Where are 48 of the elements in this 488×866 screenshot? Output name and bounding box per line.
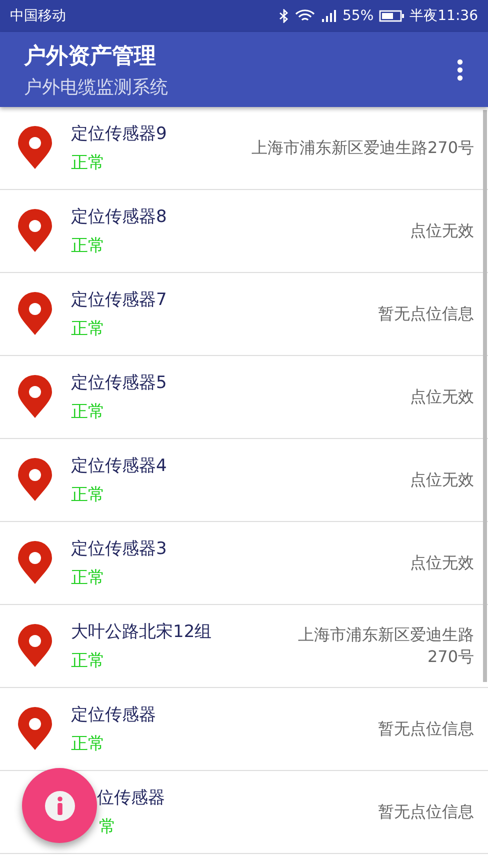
map-pin-icon: [17, 375, 53, 419]
battery-percent: 55%: [342, 8, 374, 24]
sensor-status: 正常: [71, 484, 106, 506]
sensor-name: 定位传感器7: [71, 289, 167, 311]
info-button[interactable]: [22, 768, 97, 843]
map-pin-icon: [17, 707, 53, 751]
bluetooth-icon: [278, 9, 290, 23]
signal-icon: [320, 9, 338, 23]
sensor-location: 暂无点位信息: [378, 302, 474, 325]
sensor-name: 位传感器: [97, 787, 165, 809]
info-icon: [44, 790, 76, 822]
sensor-status: 正常: [71, 567, 106, 589]
map-pin-icon: [17, 126, 53, 170]
sensor-status: 正常: [71, 401, 106, 423]
battery-icon: [378, 9, 405, 23]
sensor-location: 暂无点位信息: [378, 800, 474, 823]
map-pin-icon: [17, 458, 53, 502]
sensor-status: 正常: [71, 318, 106, 340]
sensor-location: 点位无效: [410, 220, 474, 242]
sensor-location: 上海市浦东新区爱迪生路270号: [251, 136, 474, 159]
sensor-location: 点位无效: [410, 468, 474, 491]
sensor-location: 暂无点位信息: [378, 718, 474, 740]
wifi-icon: [294, 9, 315, 23]
map-pin-icon: [17, 541, 53, 585]
sensor-status: 正常: [71, 733, 106, 755]
sensor-name: 定位传感器3: [71, 538, 167, 560]
carrier-name: 中国移动: [10, 7, 66, 25]
map-pin-icon: [17, 292, 53, 336]
sensor-status: 正常: [71, 650, 106, 672]
map-pin-icon: [17, 624, 53, 668]
clock: 半夜11:36: [410, 7, 478, 25]
sensor-location: 点位无效: [410, 552, 474, 574]
sensor-list-item[interactable]: 定位传感器 正常 暂无点位信息: [0, 688, 488, 771]
more-options-icon[interactable]: [456, 58, 464, 82]
sensor-status: 正常: [71, 152, 106, 174]
sensor-location: 点位无效: [410, 386, 474, 408]
sensor-status: 正常: [71, 235, 106, 257]
sensor-name: 定位传感器4: [71, 455, 167, 477]
sensor-location: 上海市浦东新区爱迪生路 270号: [298, 624, 474, 668]
app-subtitle: 户外电缆监测系统: [24, 76, 168, 98]
sensor-name: 定位传感器: [71, 704, 156, 726]
sensor-name: 定位传感器8: [71, 206, 167, 228]
sensor-name: 大叶公路北宋12组: [71, 621, 212, 643]
sensor-name: 定位传感器5: [71, 372, 167, 394]
map-pin-icon: [17, 209, 53, 253]
sensor-status: 常: [99, 816, 117, 838]
sensor-name: 定位传感器9: [71, 123, 167, 145]
app-title: 户外资产管理: [24, 42, 157, 70]
